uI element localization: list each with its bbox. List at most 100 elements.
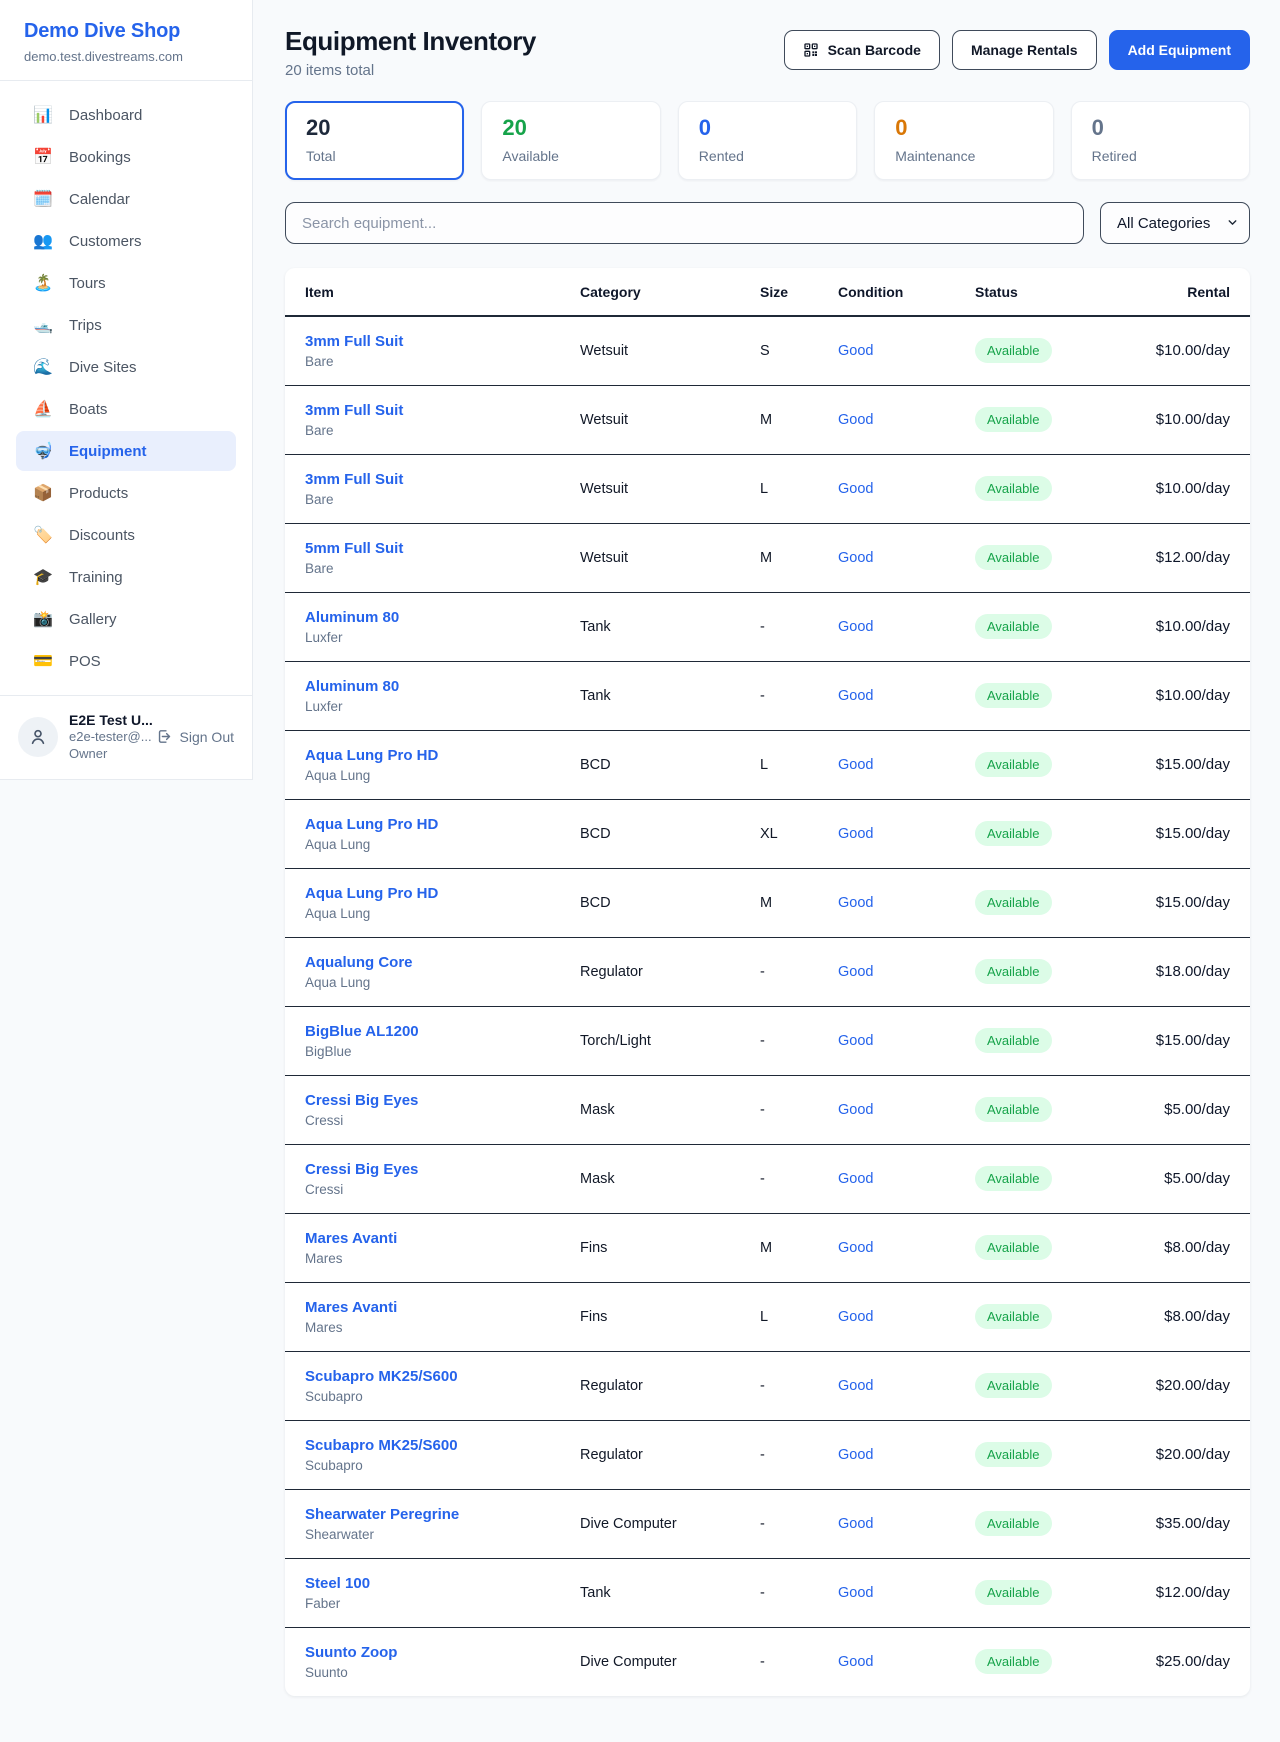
condition-link[interactable]: Good: [838, 1378, 873, 1394]
status-cell: Available: [975, 1006, 1125, 1075]
sidebar-item[interactable]: 🌊 Dive Sites: [16, 347, 236, 387]
table-row: BigBlue AL1200 BigBlue Torch/Light - Goo…: [285, 1006, 1250, 1075]
item-name-link[interactable]: Aqualung Core: [305, 954, 580, 971]
stat-card[interactable]: 0 Maintenance: [874, 101, 1053, 180]
item-brand: BigBlue: [305, 1044, 580, 1059]
condition-link[interactable]: Good: [838, 1102, 873, 1118]
item-name-link[interactable]: Shearwater Peregrine: [305, 1506, 580, 1523]
item-name-link[interactable]: Mares Avanti: [305, 1230, 580, 1247]
equipment-table: Item Category Size Condition Status Rent…: [285, 268, 1250, 1696]
item-name-link[interactable]: Scubapro MK25/S600: [305, 1368, 580, 1385]
table-row: Cressi Big Eyes Cressi Mask - Good Avail…: [285, 1144, 1250, 1213]
sidebar-item[interactable]: 🗓️ Calendar: [16, 179, 236, 219]
category-filter-wrap: All Categories: [1100, 202, 1250, 244]
condition-link[interactable]: Good: [838, 1585, 873, 1601]
item-name-link[interactable]: Mares Avanti: [305, 1299, 580, 1316]
item-name-link[interactable]: Aqua Lung Pro HD: [305, 885, 580, 902]
condition-link[interactable]: Good: [838, 481, 873, 497]
category-filter-select[interactable]: All Categories: [1100, 202, 1250, 244]
item-name-link[interactable]: Aluminum 80: [305, 678, 580, 695]
sidebar-item[interactable]: 📅 Bookings: [16, 137, 236, 177]
condition-link[interactable]: Good: [838, 688, 873, 704]
item-name-link[interactable]: Suunto Zoop: [305, 1644, 580, 1661]
item-name-link[interactable]: Aluminum 80: [305, 609, 580, 626]
condition-link[interactable]: Good: [838, 964, 873, 980]
sidebar-item[interactable]: 📸 Gallery: [16, 599, 236, 639]
stat-card[interactable]: 20 Total: [285, 101, 464, 180]
sidebar-item[interactable]: 🏝️ Tours: [16, 263, 236, 303]
add-equipment-button[interactable]: Add Equipment: [1109, 30, 1250, 70]
condition-link[interactable]: Good: [838, 757, 873, 773]
status-badge: Available: [975, 407, 1052, 432]
condition-link[interactable]: Good: [838, 412, 873, 428]
condition-link[interactable]: Good: [838, 550, 873, 566]
item-name-link[interactable]: 3mm Full Suit: [305, 402, 580, 419]
item-name-link[interactable]: Cressi Big Eyes: [305, 1161, 580, 1178]
sidebar-item[interactable]: 👥 Customers: [16, 221, 236, 261]
manage-rentals-button[interactable]: Manage Rentals: [952, 30, 1097, 70]
sidebar-item[interactable]: 📊 Dashboard: [16, 95, 236, 135]
item-name-link[interactable]: Steel 100: [305, 1575, 580, 1592]
condition-link[interactable]: Good: [838, 1171, 873, 1187]
nav-item-icon: 👥: [32, 231, 54, 251]
category-cell: BCD: [580, 799, 760, 868]
status-badge: Available: [975, 1097, 1052, 1122]
condition-link[interactable]: Good: [838, 1516, 873, 1532]
brand-title[interactable]: Demo Dive Shop: [24, 20, 228, 43]
stat-card[interactable]: 20 Available: [481, 101, 660, 180]
sidebar-item[interactable]: 🤿 Equipment: [16, 431, 236, 471]
condition-link[interactable]: Good: [838, 619, 873, 635]
item-brand: Cressi: [305, 1113, 580, 1128]
sign-out-button[interactable]: Sign Out: [156, 728, 234, 745]
page-header: Equipment Inventory 20 items total: [285, 26, 1250, 79]
nav-item-label: Boats: [69, 401, 107, 418]
item-cell: Aqua Lung Pro HD Aqua Lung: [285, 868, 580, 937]
size-cell: M: [760, 1213, 838, 1282]
stat-card[interactable]: 0 Rented: [678, 101, 857, 180]
rental-cell: $15.00/day: [1125, 868, 1250, 937]
status-badge: Available: [975, 752, 1052, 777]
condition-link[interactable]: Good: [838, 1309, 873, 1325]
brand-block: Demo Dive Shop demo.test.divestreams.com: [0, 0, 252, 81]
item-name-link[interactable]: 3mm Full Suit: [305, 471, 580, 488]
item-brand: Luxfer: [305, 630, 580, 645]
rental-cell: $18.00/day: [1125, 937, 1250, 1006]
status-badge: Available: [975, 476, 1052, 501]
stat-card[interactable]: 0 Retired: [1071, 101, 1250, 180]
user-name: E2E Test U...: [69, 711, 145, 729]
sidebar-item[interactable]: 💳 POS: [16, 641, 236, 681]
size-cell: -: [760, 1144, 838, 1213]
item-name-link[interactable]: Scubapro MK25/S600: [305, 1437, 580, 1454]
size-cell: -: [760, 1489, 838, 1558]
condition-link[interactable]: Good: [838, 895, 873, 911]
item-brand: Bare: [305, 561, 580, 576]
item-name-link[interactable]: Aqua Lung Pro HD: [305, 816, 580, 833]
condition-link[interactable]: Good: [838, 1033, 873, 1049]
nav-item-label: Customers: [69, 233, 142, 250]
condition-link[interactable]: Good: [838, 343, 873, 359]
sidebar-item[interactable]: ⛵ Boats: [16, 389, 236, 429]
nav-item-icon: 🤿: [32, 441, 54, 461]
item-brand: Suunto: [305, 1665, 580, 1680]
condition-link[interactable]: Good: [838, 1447, 873, 1463]
item-name-link[interactable]: Aqua Lung Pro HD: [305, 747, 580, 764]
size-cell: L: [760, 730, 838, 799]
stat-value: 20: [502, 115, 639, 141]
scan-barcode-button[interactable]: Scan Barcode: [784, 30, 940, 70]
sidebar-item[interactable]: 🏷️ Discounts: [16, 515, 236, 555]
sidebar-item[interactable]: 🎓 Training: [16, 557, 236, 597]
sidebar-item[interactable]: 📦 Products: [16, 473, 236, 513]
condition-link[interactable]: Good: [838, 826, 873, 842]
sidebar-item[interactable]: 🛥️ Trips: [16, 305, 236, 345]
search-input[interactable]: [285, 202, 1084, 244]
condition-cell: Good: [838, 1213, 975, 1282]
item-name-link[interactable]: 5mm Full Suit: [305, 540, 580, 557]
status-cell: Available: [975, 523, 1125, 592]
item-name-link[interactable]: Cressi Big Eyes: [305, 1092, 580, 1109]
item-name-link[interactable]: 3mm Full Suit: [305, 333, 580, 350]
item-name-link[interactable]: BigBlue AL1200: [305, 1023, 580, 1040]
condition-link[interactable]: Good: [838, 1240, 873, 1256]
condition-link[interactable]: Good: [838, 1654, 873, 1670]
status-cell: Available: [975, 868, 1125, 937]
category-cell: Mask: [580, 1144, 760, 1213]
